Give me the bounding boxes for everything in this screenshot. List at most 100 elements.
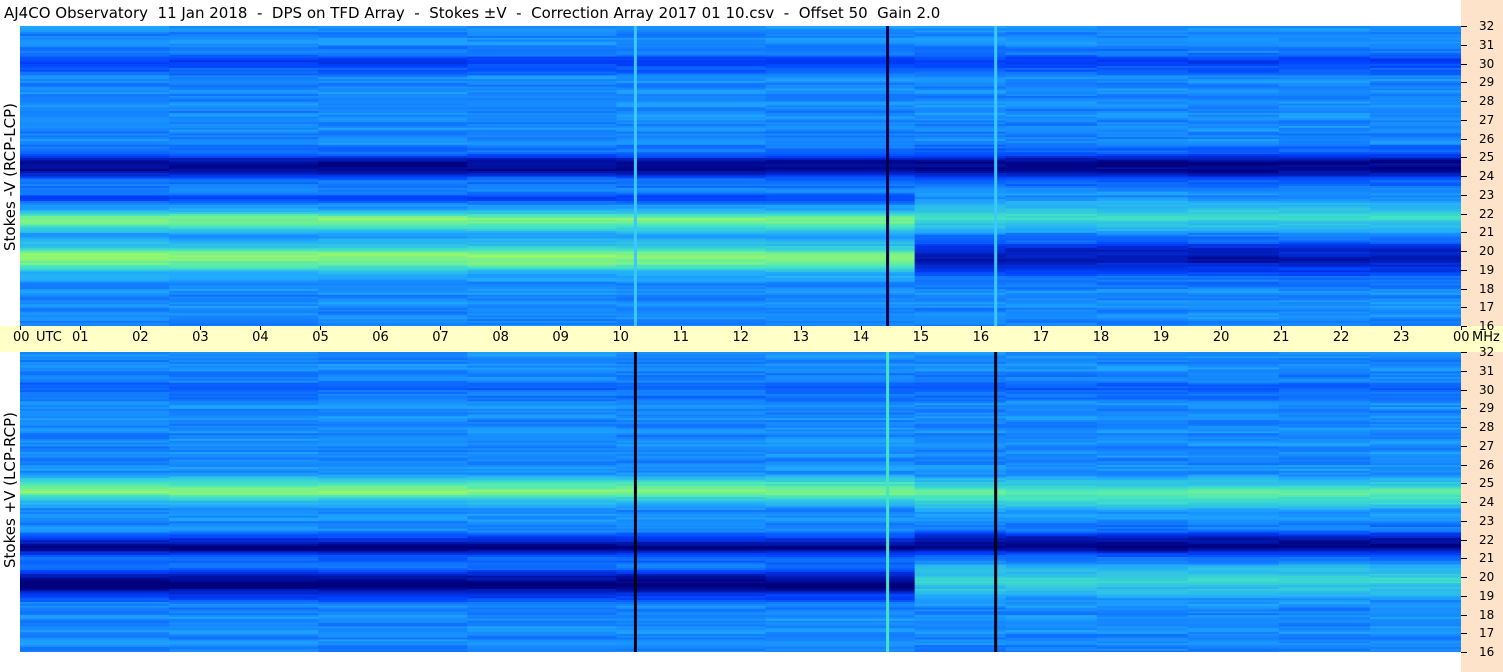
time-unit-label: UTC — [36, 330, 62, 345]
time-tick-label: 18 — [1092, 330, 1110, 345]
frequency-tick-mark — [1461, 138, 1467, 140]
heatmap-cell — [1005, 26, 1098, 29]
heatmap-cell — [1096, 352, 1189, 355]
heatmap-cell — [1278, 352, 1371, 355]
frequency-tick-mark — [1461, 288, 1467, 290]
frequency-tick-mark — [1461, 82, 1467, 84]
frequency-tick-mark — [1461, 119, 1467, 121]
time-tick-mark — [1461, 326, 1462, 330]
heatmap-cell — [616, 26, 767, 29]
time-tick-mark — [1040, 326, 1042, 330]
frequency-tick-label: 32 — [1479, 345, 1495, 359]
heatmap-cell — [765, 352, 916, 355]
frequency-tick-mark — [1461, 352, 1467, 353]
frequency-tick-label: 22 — [1479, 532, 1495, 547]
time-tick-label: 07 — [432, 330, 449, 345]
frequency-tick-mark — [1461, 520, 1467, 522]
frequency-tick-mark — [1461, 483, 1467, 485]
heatmap-cell — [1369, 26, 1461, 29]
top-spectrogram-plot — [20, 26, 1461, 326]
heatmap-cell — [1096, 26, 1189, 29]
time-tick-label: 22 — [1332, 330, 1350, 345]
frequency-tick-label: 17 — [1479, 626, 1495, 641]
frequency-tick-label: 25 — [1479, 150, 1495, 165]
frequency-tick-mark — [1461, 213, 1467, 215]
time-tick-label: 09 — [552, 330, 569, 345]
time-tick-label: 21 — [1272, 330, 1290, 345]
frequency-tick-mark — [1461, 370, 1467, 372]
time-tick-mark — [440, 326, 442, 330]
chart-title: AJ4CO Observatory 11 Jan 2018 - DPS on T… — [4, 4, 941, 22]
bottom-frequency-axis — [1461, 352, 1503, 672]
frequency-tick-mark — [1461, 269, 1467, 271]
frequency-tick-label: 31 — [1479, 363, 1495, 378]
vertical-feature-line — [886, 352, 890, 652]
time-tick-mark — [980, 326, 982, 330]
top-spectrogram — [20, 26, 1461, 326]
frequency-tick-label: 19 — [1479, 588, 1495, 603]
frequency-tick-label: 27 — [1479, 112, 1495, 127]
frequency-tick-mark — [1461, 539, 1467, 541]
heatmap-cell — [1369, 352, 1461, 355]
time-tick-mark — [320, 326, 322, 330]
heatmap-cell — [616, 352, 767, 355]
frequency-tick-label: 20 — [1479, 244, 1495, 258]
frequency-tick-mark — [1461, 157, 1467, 159]
frequency-tick-mark — [1461, 614, 1467, 616]
frequency-tick-mark — [1461, 176, 1467, 177]
time-tick-label: 10 — [612, 330, 629, 345]
frequency-tick-label: 26 — [1479, 131, 1495, 146]
frequency-tick-label: 17 — [1479, 300, 1495, 315]
frequency-tick-mark — [1461, 44, 1467, 46]
frequency-tick-mark — [1461, 194, 1467, 196]
time-tick-label: 17 — [1032, 330, 1050, 345]
time-tick-label: 14 — [852, 330, 870, 345]
heatmap-cell — [169, 26, 319, 29]
frequency-tick-label: 24 — [1479, 495, 1495, 509]
frequency-tick-label: 30 — [1479, 56, 1495, 71]
time-tick-mark — [680, 326, 682, 330]
time-tick-mark — [380, 326, 382, 330]
frequency-unit-label: MHz — [1472, 330, 1500, 345]
heatmap-cell — [20, 26, 170, 29]
frequency-tick-label: 22 — [1479, 206, 1495, 221]
frequency-tick-mark — [1461, 502, 1467, 503]
time-tick-mark — [1401, 326, 1402, 330]
vertical-feature-line — [633, 352, 637, 652]
heatmap-cell — [1187, 26, 1280, 29]
time-tick-label: 00 — [13, 330, 30, 345]
vertical-feature-line — [994, 26, 998, 326]
time-tick-mark — [740, 326, 742, 330]
frequency-tick-label: 23 — [1479, 187, 1495, 202]
time-tick-mark — [80, 326, 81, 330]
frequency-tick-label: 29 — [1479, 75, 1495, 90]
time-tick-mark — [140, 326, 142, 330]
time-tick-label: 20 — [1212, 330, 1230, 345]
frequency-tick-label: 29 — [1479, 401, 1495, 416]
frequency-tick-mark — [1461, 63, 1467, 65]
vertical-feature-line — [886, 26, 890, 326]
frequency-tick-label: 28 — [1479, 420, 1495, 434]
time-tick-label: 06 — [372, 330, 389, 345]
frequency-tick-mark — [1461, 307, 1467, 309]
heatmap-cell — [318, 26, 468, 29]
frequency-tick-label: 16 — [1479, 645, 1495, 659]
frequency-tick-label: 16 — [1479, 319, 1495, 333]
frequency-tick-label: 32 — [1479, 19, 1495, 33]
frequency-tick-label: 26 — [1479, 457, 1495, 472]
time-tick-mark — [1280, 326, 1282, 330]
frequency-tick-mark — [1461, 652, 1467, 653]
frequency-tick-label: 24 — [1479, 169, 1495, 183]
frequency-tick-label: 23 — [1479, 513, 1495, 528]
time-tick-label: 03 — [192, 330, 209, 345]
frequency-tick-label: 28 — [1479, 94, 1495, 108]
heatmap-cell — [467, 352, 618, 355]
frequency-tick-mark — [1461, 101, 1467, 102]
frequency-tick-label: 18 — [1479, 607, 1495, 622]
frequency-tick-label: 20 — [1479, 570, 1495, 584]
frequency-tick-mark — [1461, 26, 1467, 27]
heatmap-cell — [467, 26, 618, 29]
time-tick-label: 02 — [132, 330, 149, 345]
heatmap-cell — [1187, 352, 1280, 355]
frequency-tick-label: 18 — [1479, 281, 1495, 296]
